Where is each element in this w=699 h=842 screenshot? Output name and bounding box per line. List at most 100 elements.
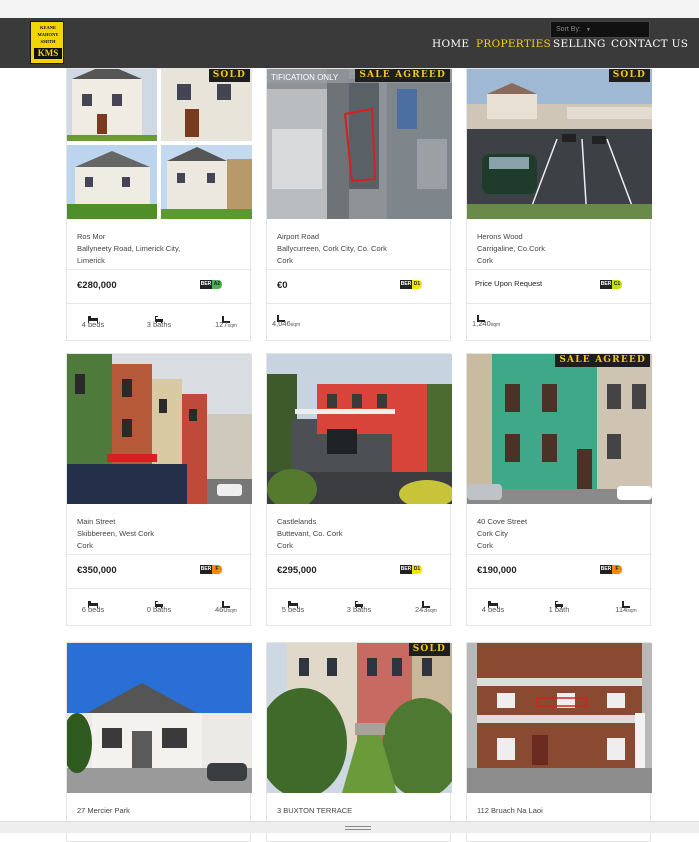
- property-card[interactable]: TIFICATION ONLY SALE AGREED Airport Road …: [266, 68, 452, 341]
- sort-by-select[interactable]: Sort By: ▼: [550, 21, 650, 38]
- logo-line-1: KEANE: [39, 25, 56, 30]
- property-price: €190,000: [477, 565, 517, 576]
- ber-grade: D1: [412, 565, 422, 574]
- area-feature: 243sqm: [406, 596, 446, 616]
- card-divider: [67, 269, 252, 270]
- area-feature: 114sqm: [606, 596, 646, 616]
- property-photo[interactable]: [467, 69, 652, 219]
- floor-area-icon: [272, 310, 332, 322]
- address-line-2: Cork City: [477, 529, 508, 538]
- ber-rating-badge: BER A2: [200, 280, 223, 289]
- address-line-2: Ballyneety Road, Limerick City,: [77, 244, 181, 253]
- property-card[interactable]: SOLD Ros Mor Ballyneety Road, Limerick C…: [66, 68, 252, 341]
- property-card[interactable]: Castlelands Buttevant, Co. Cork Cork €29…: [266, 353, 452, 626]
- card-divider: [267, 269, 452, 270]
- property-photo[interactable]: [67, 354, 252, 504]
- bed-icon: [73, 311, 113, 323]
- beds-feature: 6 beds: [73, 596, 113, 615]
- bath-icon: [139, 311, 179, 323]
- property-address: 40 Cove Street Cork City Cork: [477, 516, 527, 552]
- drawer-handle-icon[interactable]: [345, 826, 371, 830]
- kms-logo[interactable]: KEANE MAHONY SMITH KMS: [30, 21, 64, 64]
- property-photo[interactable]: [67, 69, 252, 219]
- property-photo[interactable]: [267, 354, 452, 504]
- baths-count: 3 baths: [346, 605, 372, 614]
- bottom-drawer-bar[interactable]: [0, 821, 699, 833]
- property-photo[interactable]: [67, 643, 252, 793]
- area-feature: 460sqm: [206, 596, 246, 616]
- card-divider: [467, 588, 652, 589]
- card-divider: [467, 303, 652, 304]
- card-divider: [267, 588, 452, 589]
- area-unit: sqm: [227, 608, 237, 614]
- baths-feature: 1 bath: [539, 596, 579, 615]
- property-address: Ros Mor Ballyneety Road, Limerick City, …: [77, 231, 180, 267]
- beds-count: 5 beds: [281, 605, 305, 614]
- property-address: 112 Bruach Na Laoi: [477, 805, 543, 817]
- property-card[interactable]: SOLD Herons Wood Carrigaline, Co.Cork Co…: [466, 68, 652, 341]
- beds-feature: 5 beds: [273, 596, 313, 615]
- area-value: 4,046: [272, 319, 291, 328]
- baths-count: 3 baths: [146, 320, 172, 329]
- area-unit: sqm: [490, 322, 501, 328]
- floor-area-icon: [472, 310, 532, 322]
- property-price: €350,000: [77, 565, 117, 576]
- beds-count: 6 beds: [81, 605, 105, 614]
- ber-label: BER: [600, 280, 612, 289]
- nav-contact-us[interactable]: CONTACT US: [611, 38, 688, 50]
- property-card[interactable]: SALE AGREED 40 Cove Street Cork City Cor…: [466, 353, 652, 626]
- nav-properties[interactable]: PROPERTIES: [476, 38, 551, 50]
- address-line-3: Limerick: [77, 256, 105, 265]
- property-card[interactable]: Main Street Skibbereen, West Cork Cork €…: [66, 353, 252, 626]
- floor-area-icon: [206, 596, 246, 608]
- address-line-1: Main Street: [77, 517, 116, 526]
- area-unit: sqm: [290, 322, 301, 328]
- site-header: KEANE MAHONY SMITH KMS Sort By: ▼ HOME P…: [0, 18, 699, 68]
- photo-watermark-text: TIFICATION ONLY: [271, 73, 339, 82]
- ber-rating-badge: BER F: [200, 565, 223, 574]
- ber-label: BER: [400, 565, 412, 574]
- nav-selling[interactable]: SELLING: [553, 38, 606, 50]
- property-photo[interactable]: TIFICATION ONLY: [267, 69, 452, 219]
- property-photo[interactable]: [467, 643, 652, 793]
- address-line-3: Cork: [477, 541, 493, 550]
- baths-feature: 3 baths: [339, 596, 379, 615]
- area-value: 114: [615, 605, 628, 614]
- property-photo[interactable]: [267, 643, 452, 793]
- property-card[interactable]: 112 Bruach Na Laoi: [466, 642, 652, 842]
- address-line-1: Airport Road: [277, 232, 320, 241]
- floor-area-icon: [406, 596, 446, 608]
- address-line-2: Skibbereen, West Cork: [77, 529, 154, 538]
- property-photo[interactable]: [467, 354, 652, 504]
- baths-count: 1 bath: [548, 605, 570, 614]
- ber-rating-badge: BER D1: [400, 280, 423, 289]
- property-price: €0: [277, 280, 288, 291]
- baths-feature: 0 baths: [139, 596, 179, 615]
- property-price: Price Upon Request: [475, 279, 543, 288]
- floor-area-icon: [206, 311, 246, 323]
- property-price: €295,000: [277, 565, 317, 576]
- bed-icon: [273, 596, 313, 608]
- logo-abbr: KMS: [34, 48, 62, 59]
- address-line-2: Buttevant, Co. Cork: [277, 529, 343, 538]
- area-value: 243: [415, 605, 428, 614]
- property-card[interactable]: 27 Mercier Park: [66, 642, 252, 842]
- area-feature: 4,046sqm: [272, 310, 332, 330]
- ber-grade: D1: [412, 280, 422, 289]
- beds-count: 4 beds: [81, 320, 105, 329]
- card-divider: [67, 303, 252, 304]
- area-value: 460: [215, 605, 228, 614]
- property-card[interactable]: SOLD 3 BUXTON TERRACE: [266, 642, 452, 842]
- address-line-1: 3 BUXTON TERRACE: [277, 806, 353, 815]
- property-address: 3 BUXTON TERRACE: [277, 805, 352, 817]
- address-line-1: Castlelands: [277, 517, 317, 526]
- property-address: Main Street Skibbereen, West Cork Cork: [77, 516, 154, 552]
- ber-rating-badge: BER D1: [400, 565, 423, 574]
- ber-grade: F: [612, 565, 622, 574]
- area-unit: sqm: [227, 323, 237, 329]
- nav-home[interactable]: HOME: [432, 38, 469, 50]
- area-feature: 1,240sqm: [472, 310, 532, 330]
- address-line-1: 40 Cove Street: [477, 517, 528, 526]
- bed-icon: [73, 596, 113, 608]
- area-unit: sqm: [427, 608, 437, 614]
